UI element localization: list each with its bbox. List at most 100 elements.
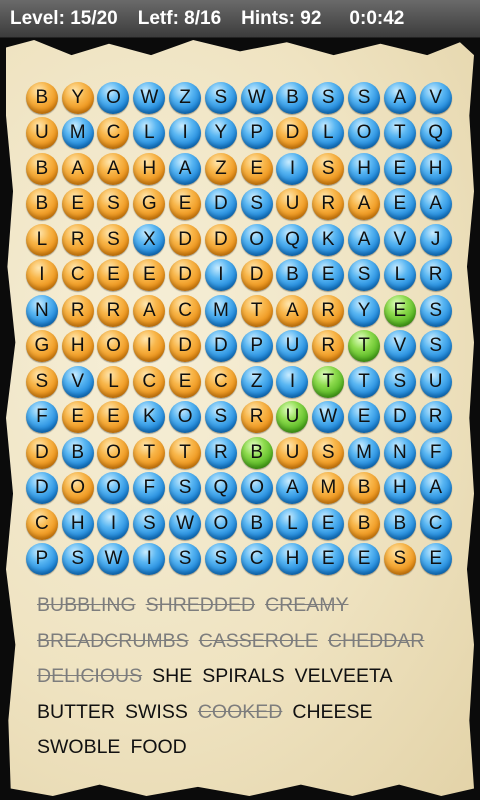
letter-bubble[interactable]: O <box>348 117 381 150</box>
grid-cell[interactable]: N <box>24 293 60 329</box>
grid-cell[interactable]: H <box>346 151 382 187</box>
letter-bubble[interactable]: R <box>97 294 130 327</box>
letter-bubble[interactable]: D <box>169 223 202 256</box>
letter-bubble[interactable]: E <box>383 294 416 327</box>
letter-bubble[interactable]: F <box>25 401 58 434</box>
letter-bubble[interactable]: C <box>419 507 452 540</box>
grid-cell[interactable]: S <box>418 329 454 365</box>
grid-cell[interactable]: C <box>24 506 60 542</box>
grid-cell[interactable]: X <box>131 222 167 258</box>
grid-cell[interactable]: C <box>418 506 454 542</box>
grid-cell[interactable]: T <box>131 435 167 471</box>
grid-cell[interactable]: S <box>382 542 418 578</box>
grid-cell[interactable]: F <box>418 435 454 471</box>
grid-cell[interactable]: W <box>310 400 346 436</box>
grid-cell[interactable]: V <box>418 80 454 116</box>
grid-cell[interactable]: A <box>60 151 96 187</box>
grid-cell[interactable]: T <box>167 435 203 471</box>
grid-cell[interactable]: H <box>382 471 418 507</box>
grid-cell[interactable]: O <box>239 471 275 507</box>
letter-bubble[interactable]: I <box>97 507 130 540</box>
letter-bubble[interactable]: B <box>25 188 58 221</box>
grid-cell[interactable]: B <box>346 506 382 542</box>
grid-cell[interactable]: W <box>96 542 132 578</box>
grid-cell[interactable]: S <box>382 364 418 400</box>
grid-cell[interactable]: E <box>167 187 203 223</box>
grid-cell[interactable]: S <box>346 258 382 294</box>
letter-bubble[interactable]: E <box>312 507 345 540</box>
grid-cell[interactable]: R <box>418 400 454 436</box>
grid-cell[interactable]: D <box>382 400 418 436</box>
letter-bubble[interactable]: I <box>276 365 309 398</box>
grid-cell[interactable]: C <box>203 364 239 400</box>
grid-cell[interactable]: Q <box>418 116 454 152</box>
grid-cell[interactable]: O <box>239 222 275 258</box>
letter-bubble[interactable]: I <box>276 152 309 185</box>
letter-bubble[interactable]: S <box>240 188 273 221</box>
letter-bubble[interactable]: V <box>383 223 416 256</box>
letter-bubble[interactable]: S <box>133 507 166 540</box>
grid-cell[interactable]: S <box>167 542 203 578</box>
grid-cell[interactable]: R <box>96 293 132 329</box>
letter-bubble[interactable]: A <box>61 152 94 185</box>
letter-bubble[interactable]: D <box>383 401 416 434</box>
grid-cell[interactable]: Q <box>203 471 239 507</box>
grid-cell[interactable]: S <box>167 471 203 507</box>
letter-bubble[interactable]: R <box>419 259 452 292</box>
grid-cell[interactable]: L <box>96 364 132 400</box>
letter-bubble[interactable]: K <box>133 401 166 434</box>
letter-bubble[interactable]: G <box>133 188 166 221</box>
grid-cell[interactable]: L <box>382 258 418 294</box>
letter-bubble[interactable]: Z <box>169 81 202 114</box>
grid-cell[interactable]: I <box>96 506 132 542</box>
grid-cell[interactable]: W <box>239 80 275 116</box>
letter-bubble[interactable]: C <box>25 507 58 540</box>
letter-bubble[interactable]: J <box>419 223 452 256</box>
letter-bubble[interactable]: D <box>240 259 273 292</box>
letter-bubble[interactable]: S <box>348 81 381 114</box>
letter-bubble[interactable]: S <box>169 472 202 505</box>
grid-cell[interactable]: H <box>60 506 96 542</box>
grid-cell[interactable]: Y <box>346 293 382 329</box>
letter-bubble[interactable]: S <box>25 365 58 398</box>
grid-cell[interactable]: E <box>346 400 382 436</box>
letter-bubble[interactable]: N <box>383 436 416 469</box>
grid-cell[interactable]: M <box>203 293 239 329</box>
grid-cell[interactable]: R <box>310 293 346 329</box>
grid-cell[interactable]: U <box>275 187 311 223</box>
letter-bubble[interactable]: I <box>133 330 166 363</box>
letter-bubble[interactable]: D <box>276 117 309 150</box>
letter-bubble[interactable]: R <box>312 330 345 363</box>
grid-cell[interactable]: B <box>24 151 60 187</box>
grid-cell[interactable]: S <box>60 542 96 578</box>
grid-cell[interactable]: R <box>310 187 346 223</box>
grid-cell[interactable]: I <box>275 151 311 187</box>
grid-cell[interactable]: D <box>203 187 239 223</box>
grid-cell[interactable]: C <box>131 364 167 400</box>
grid-cell[interactable]: D <box>275 116 311 152</box>
letter-bubble[interactable]: T <box>133 436 166 469</box>
letter-bubble[interactable]: Y <box>348 294 381 327</box>
letter-bubble[interactable]: V <box>383 330 416 363</box>
letter-bubble[interactable]: R <box>312 188 345 221</box>
letter-bubble[interactable]: W <box>97 543 130 576</box>
letter-bubble[interactable]: S <box>97 223 130 256</box>
letter-bubble[interactable]: C <box>61 259 94 292</box>
grid-cell[interactable]: B <box>239 506 275 542</box>
grid-cell[interactable]: E <box>167 364 203 400</box>
letter-bubble[interactable]: D <box>204 188 237 221</box>
letter-bubble[interactable]: H <box>348 152 381 185</box>
letter-bubble[interactable]: A <box>348 223 381 256</box>
letter-bubble[interactable]: A <box>276 294 309 327</box>
grid-cell[interactable]: B <box>60 435 96 471</box>
grid-cell[interactable]: B <box>275 80 311 116</box>
grid-cell[interactable]: E <box>60 400 96 436</box>
grid-cell[interactable]: U <box>275 329 311 365</box>
letter-bubble[interactable]: T <box>169 436 202 469</box>
letter-bubble[interactable]: A <box>169 152 202 185</box>
grid-cell[interactable]: E <box>96 258 132 294</box>
grid-cell[interactable]: R <box>203 435 239 471</box>
grid-cell[interactable]: V <box>60 364 96 400</box>
letter-bubble[interactable]: A <box>419 472 452 505</box>
grid-cell[interactable]: E <box>418 542 454 578</box>
